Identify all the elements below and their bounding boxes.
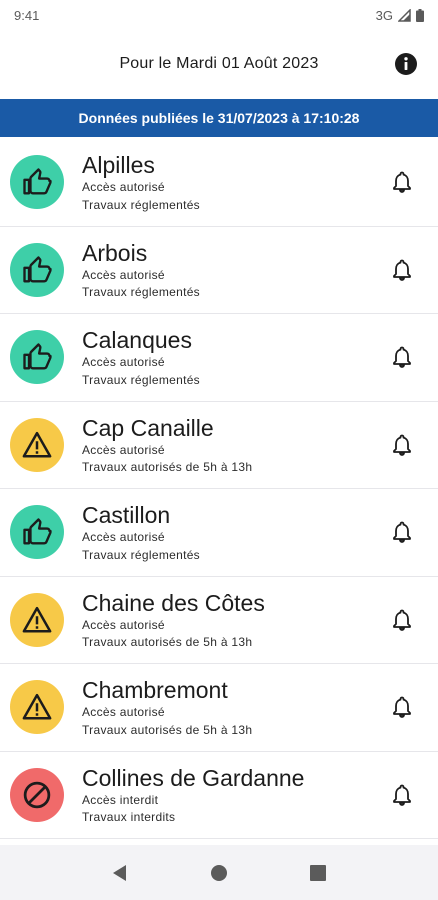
works-status: Travaux réglementés [82, 197, 200, 212]
bell-icon[interactable] [390, 520, 414, 544]
status-indicator [10, 592, 64, 647]
recents-button[interactable] [298, 853, 338, 893]
list-item[interactable]: Castillon Accès autorisé Travaux réglement… [0, 489, 438, 577]
works-status: Travaux réglementés [82, 547, 200, 562]
works-status: Travaux réglementés [82, 285, 200, 299]
works-status: Travaux autorisés de 5h à 13h [82, 460, 253, 474]
access-status: Accès autorisé [82, 355, 165, 369]
access-status: Accès autorisé [82, 180, 165, 194]
warning-icon [22, 692, 52, 722]
status-indicator [10, 680, 64, 734]
status-indicators: 3G [376, 8, 424, 23]
massif-info: Arbois Accès autorisé Travaux réglementés [82, 239, 378, 302]
works-status: Travaux autorisés de 5h à 13h [82, 722, 253, 737]
bell-icon[interactable] [390, 345, 414, 369]
list-item[interactable]: Chambremont Accès autorisé Travaux autoris… [0, 664, 438, 752]
works-status: Travaux interdits [82, 810, 176, 824]
access-status: Accès autorisé [82, 617, 165, 632]
status-indicator [10, 417, 64, 472]
app-header: Pour le Mardi 01 Août 2023 [0, 30, 438, 98]
warning-icon [22, 430, 52, 460]
publication-text: Données publiées le 31/07/2023 à 17:10:2… [78, 110, 360, 126]
network-type: 3G [375, 7, 393, 23]
massif-name: Cap Canaille [82, 414, 214, 441]
thumbs-up-icon [22, 342, 52, 372]
massif-info: Calanques Accès autorisé Travaux réglement… [82, 326, 378, 389]
massif-info: Chaine des Côtes Accès autorisé Travaux au… [82, 589, 378, 652]
massif-info: Collines de Gardanne Accès interdit Travau… [82, 764, 378, 827]
bell-icon[interactable] [390, 783, 414, 807]
massif-info: Chambremont Accès autorisé Travaux autoris… [82, 676, 378, 739]
home-button[interactable] [199, 853, 239, 893]
bell-icon[interactable] [390, 608, 414, 632]
publication-banner: Données publiées le 31/07/2023 à 17:10:2… [0, 99, 438, 137]
access-status: Accès autorisé [82, 530, 165, 544]
home-icon [210, 864, 227, 881]
bell-icon[interactable] [390, 170, 414, 194]
thumbs-up-icon [22, 167, 52, 197]
list-item[interactable]: Alpilles Accès autorisé Travaux réglementé… [0, 139, 438, 227]
list-item[interactable]: Calanques Accès autorisé Travaux réglement… [0, 314, 438, 402]
system-nav-bar [0, 845, 438, 900]
works-status: Travaux réglementés [82, 372, 200, 387]
status-indicator [10, 330, 64, 384]
bell-icon[interactable] [390, 433, 414, 457]
massif-name: Chambremont [82, 677, 228, 703]
recents-icon [310, 864, 327, 881]
list-item[interactable]: Cap Canaille Accès autorisé Travaux autori… [0, 401, 438, 489]
massif-name: Arbois [82, 239, 148, 266]
status-indicator [10, 242, 64, 297]
list-item[interactable]: Arbois Accès autorisé Travaux réglementés [0, 226, 438, 314]
massif-info: Cap Canaille Accès autorisé Travaux autori… [82, 414, 378, 477]
massif-name: Calanques [82, 327, 192, 353]
status-indicator [10, 155, 64, 209]
massif-info: Alpilles Accès autorisé Travaux réglementé… [82, 151, 378, 214]
thumbs-up-icon [22, 517, 52, 547]
status-indicator [10, 505, 64, 559]
works-status: Travaux autorisés de 5h à 13h [82, 635, 253, 649]
bell-icon[interactable] [390, 258, 414, 282]
bell-icon[interactable] [390, 695, 414, 719]
access-status: Accès autorisé [82, 705, 165, 719]
access-status: Accès autorisé [82, 267, 165, 282]
thumbs-up-icon [22, 255, 52, 285]
access-status: Accès autorisé [82, 442, 165, 457]
forbidden-icon [22, 780, 52, 810]
massif-name: Castillon [82, 502, 171, 528]
status-time: 9:41 [14, 7, 40, 23]
info-icon[interactable] [394, 52, 418, 76]
back-button[interactable] [100, 853, 140, 893]
massif-name: Chaine des Côtes [82, 589, 265, 616]
battery-icon [416, 8, 424, 22]
access-status: Accès interdit [82, 792, 159, 807]
warning-icon [22, 605, 52, 635]
massif-name: Collines de Gardanne [82, 764, 305, 791]
massif-list: Alpilles Accès autorisé Travaux réglementé… [0, 139, 438, 839]
list-item[interactable]: Collines de Gardanne Accès interdit Travau… [0, 751, 438, 839]
signal-icon [398, 8, 411, 22]
massif-name: Alpilles [82, 152, 155, 178]
back-icon [112, 864, 126, 881]
status-bar: 9:41 3G [0, 0, 438, 30]
status-indicator [10, 767, 64, 822]
massif-info: Castillon Accès autorisé Travaux réglement… [82, 501, 378, 564]
list-item[interactable]: Chaine des Côtes Accès autorisé Travaux au… [0, 576, 438, 664]
page-title: Pour le Mardi 01 Août 2023 [119, 55, 319, 72]
